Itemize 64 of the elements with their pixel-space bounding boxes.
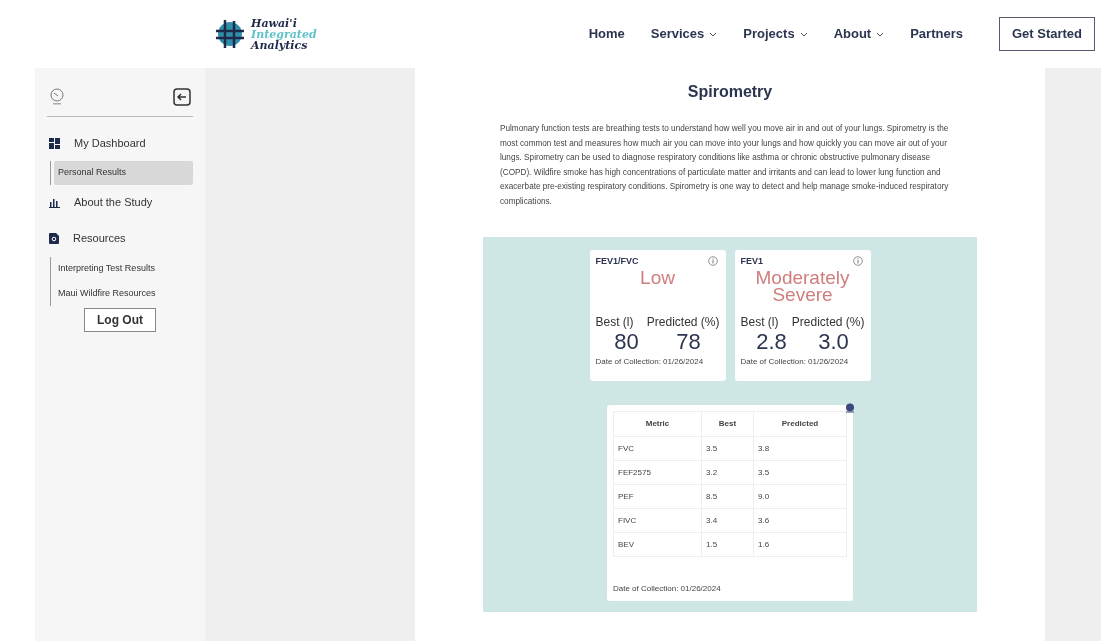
- logo[interactable]: Hawai'i Integrated Analytics: [213, 17, 317, 51]
- column-label: Best (l): [740, 313, 779, 331]
- column-header: Best: [701, 411, 754, 437]
- collection-date: Date of Collection: 01/26/2024: [740, 355, 850, 368]
- get-started-button[interactable]: Get Started: [998, 17, 1095, 51]
- value-text: 3.0: [818, 330, 849, 353]
- table-cell: PEF: [613, 484, 702, 509]
- column-label: Predicted (%): [791, 313, 865, 331]
- document-icon: [49, 233, 59, 244]
- chevron-down-icon: [799, 31, 808, 37]
- info-icon[interactable]: [707, 256, 718, 266]
- grid-icon: [49, 137, 60, 149]
- sidebar-subitem[interactable]: Personal Results: [54, 161, 193, 185]
- table-cell: 1.6: [753, 532, 847, 557]
- table-cell: 3.8: [753, 436, 847, 461]
- sidebar-item[interactable]: Resources: [47, 220, 193, 257]
- collection-date: Date of Collection: 01/26/2024: [595, 355, 705, 368]
- user-icon: [845, 403, 855, 413]
- sidebar-item[interactable]: My Dashboard: [47, 125, 193, 161]
- table-cell: FIVC: [613, 508, 702, 533]
- value-text: 80: [614, 330, 639, 353]
- chevron-down-icon: [709, 31, 718, 37]
- nav-link[interactable]: Home: [588, 24, 625, 44]
- nav-link[interactable]: Projects: [743, 24, 808, 44]
- table-cell: FVC: [613, 436, 702, 461]
- collection-date: Date of Collection: 01/26/2024: [613, 583, 722, 595]
- card-title: FEV1: [740, 255, 763, 268]
- table-cell: 3.5: [701, 436, 754, 461]
- nav-link[interactable]: Partners: [910, 24, 963, 44]
- table-cell: 1.5: [701, 532, 754, 557]
- page-title: Spirometry: [687, 82, 773, 102]
- sidebar-item[interactable]: About the Study: [47, 184, 193, 221]
- table-cell: 3.6: [753, 508, 847, 533]
- sidebar-subitem[interactable]: Interpreting Test Results: [54, 256, 193, 280]
- collapse-icon[interactable]: [173, 88, 191, 106]
- table-cell: 8.5: [701, 484, 754, 509]
- status-text: Low: [639, 268, 676, 290]
- column-label: Best (l): [595, 313, 634, 331]
- gauge-icon: [49, 88, 65, 106]
- logo-text: Analytics: [251, 39, 308, 51]
- table-cell: FEF2575: [613, 460, 702, 485]
- log-out-button[interactable]: Log Out: [84, 307, 156, 332]
- card-title: FEV1/FVC: [595, 255, 639, 268]
- nav-link[interactable]: About: [833, 24, 885, 44]
- nav-link[interactable]: Services: [650, 24, 718, 44]
- logo-text: Hawai'i: [251, 17, 297, 29]
- table-cell: 3.5: [753, 460, 847, 485]
- status-text: Moderately Severe: [754, 268, 851, 307]
- intro-paragraph: Pulmonary function tests are breathing tests to understand how well you move air in and out of your lungs. Spirometry is the most common test and measures how much air you can move into your lungs and how quickly you can move air out of your lungs. Spirometry can be used to diagnose respiratory conditions like asthma or chronic obstructive pulmonary disease (COPD). Wildfire smoke has high concentrations of particulate matter and irritants and can lead to lower lung function and exacerbate pre-existing respiratory conditions. Spirometry is one way to detect and help manage smoke-induced respiratory complications.: [500, 123, 950, 208]
- info-icon[interactable]: [852, 256, 863, 266]
- table-cell: BEV: [613, 532, 702, 557]
- value-text: 2.8: [756, 330, 787, 353]
- value-text: 78: [676, 330, 701, 353]
- column-label: Predicted (%): [646, 313, 720, 331]
- logo-text: Integrated: [251, 28, 317, 40]
- chevron-down-icon: [876, 31, 885, 37]
- table-cell: 3.4: [701, 508, 754, 533]
- table-cell: 3.2: [701, 460, 754, 485]
- column-header: Metric: [613, 411, 702, 437]
- globe-icon: [213, 17, 247, 51]
- column-header: Predicted: [753, 411, 847, 437]
- bar-chart-icon: [49, 197, 60, 208]
- table-cell: 9.0: [753, 484, 847, 509]
- sidebar-subitem[interactable]: Maui Wildfire Resources: [54, 282, 193, 306]
